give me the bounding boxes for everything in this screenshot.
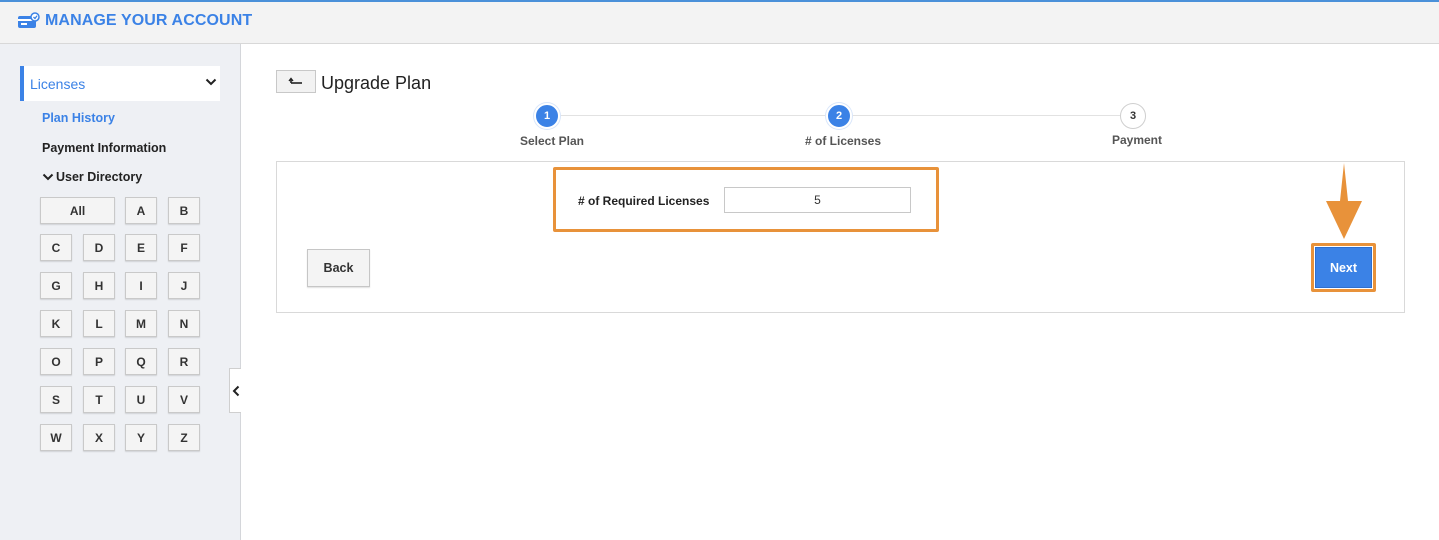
letter-filter-h[interactable]: H <box>83 272 115 299</box>
required-licenses-input[interactable] <box>724 187 911 213</box>
letter-filter-all[interactable]: All <box>40 197 115 224</box>
step-3-circle: 3 <box>1120 103 1146 129</box>
letter-filter-o[interactable]: O <box>40 348 72 375</box>
account-card-icon <box>18 12 40 28</box>
letter-filter-k[interactable]: K <box>40 310 72 337</box>
letter-filter-n[interactable]: N <box>168 310 200 337</box>
step-3-label: Payment <box>1111 133 1163 147</box>
licenses-dropdown-label: Licenses <box>30 76 86 92</box>
brand: MANAGE YOUR ACCOUNT <box>16 12 252 30</box>
letter-filter-s[interactable]: S <box>40 386 72 413</box>
sidebar-item-payment-information[interactable]: Payment Information <box>42 141 166 155</box>
top-bar: MANAGE YOUR ACCOUNT <box>0 0 1439 44</box>
letter-filter-d[interactable]: D <box>83 234 115 261</box>
letter-filter-c[interactable]: C <box>40 234 72 261</box>
letter-filter-t[interactable]: T <box>83 386 115 413</box>
user-directory-toggle[interactable]: User Directory <box>42 170 142 184</box>
step-1-label: Select Plan <box>519 134 585 148</box>
letter-filter-r[interactable]: R <box>168 348 200 375</box>
back-button[interactable]: Back <box>307 249 370 287</box>
sidebar-item-plan-history[interactable]: Plan History <box>42 111 115 125</box>
letter-filter-v[interactable]: V <box>168 386 200 413</box>
licenses-dropdown[interactable]: Licenses <box>20 66 220 101</box>
step-2-label: # of Licenses <box>804 134 882 148</box>
sidebar-collapse-button[interactable] <box>229 368 241 413</box>
chevron-left-icon <box>232 385 239 396</box>
letter-filter-x[interactable]: X <box>83 424 115 451</box>
letter-filter-u[interactable]: U <box>125 386 157 413</box>
letter-filter-g[interactable]: G <box>40 272 72 299</box>
app-title: MANAGE YOUR ACCOUNT <box>45 12 253 29</box>
letter-filter-f[interactable]: F <box>168 234 200 261</box>
letter-filter-b[interactable]: B <box>168 197 200 224</box>
step-1-circle: 1 <box>534 103 560 129</box>
step-2-circle: 2 <box>826 103 852 129</box>
letter-filter-a[interactable]: A <box>125 197 157 224</box>
letter-filter-z[interactable]: Z <box>168 424 200 451</box>
letter-filter-p[interactable]: P <box>83 348 115 375</box>
required-licenses-label: # of Required Licenses <box>578 194 710 208</box>
annotation-arrow-icon <box>1326 163 1362 239</box>
chevron-down-icon <box>205 78 217 86</box>
letter-filter-w[interactable]: W <box>40 424 72 451</box>
page-title: Upgrade Plan <box>321 73 432 93</box>
sidebar: Licenses Plan History Payment Informatio… <box>0 44 241 540</box>
letter-filter-q[interactable]: Q <box>125 348 157 375</box>
letter-filter-m[interactable]: M <box>125 310 157 337</box>
chevron-down-icon <box>42 173 54 181</box>
letter-filter-y[interactable]: Y <box>125 424 157 451</box>
back-arrow-button[interactable] <box>276 70 316 93</box>
user-directory-label: User Directory <box>56 170 143 184</box>
letter-filter-e[interactable]: E <box>125 234 157 261</box>
arrow-left-icon <box>288 76 302 84</box>
letter-filter-i[interactable]: I <box>125 272 157 299</box>
next-button[interactable]: Next <box>1315 247 1372 288</box>
letter-filter-l[interactable]: L <box>83 310 115 337</box>
letter-filter-j[interactable]: J <box>168 272 200 299</box>
